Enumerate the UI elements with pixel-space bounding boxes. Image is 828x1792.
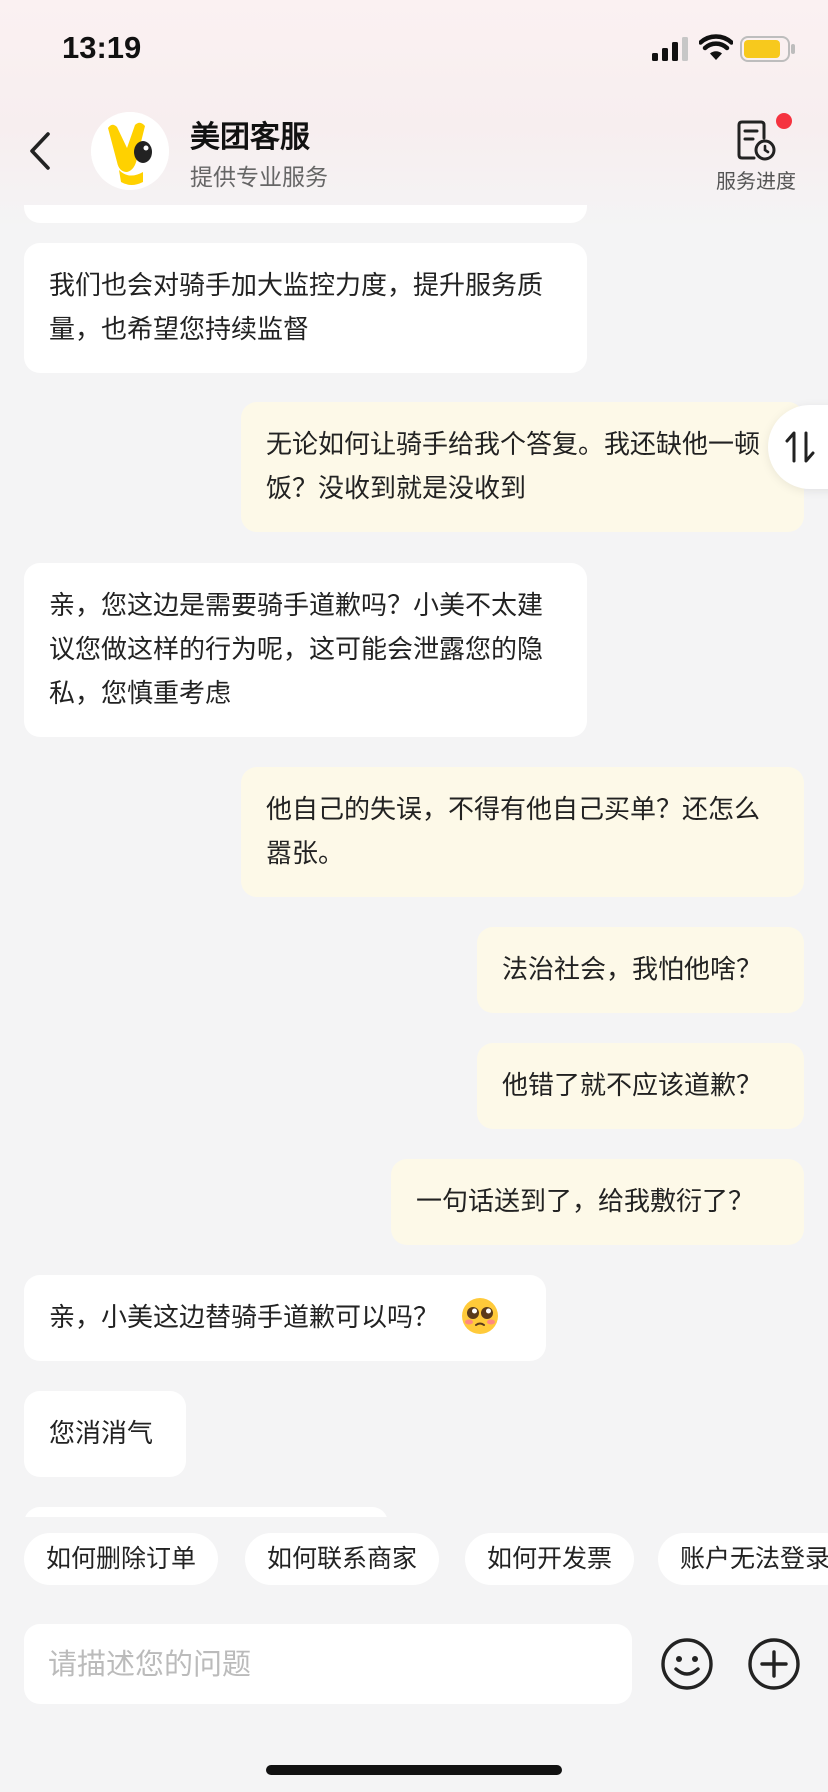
- quick-reply-chip[interactable]: 如何删除订单: [24, 1533, 219, 1585]
- notification-badge: [776, 113, 792, 129]
- chevron-left-icon[interactable]: [26, 128, 56, 174]
- quick-reply-chip[interactable]: 如何开发票: [465, 1533, 635, 1585]
- quick-reply-chip[interactable]: 如何联系商家: [245, 1533, 440, 1585]
- status-bar: 13:19: [0, 0, 828, 100]
- message-user: 他自己的失误，不得有他自己买单？还怎么嚣张。: [241, 767, 804, 897]
- message-text: 我们也会对骑手加大监控力度，提升服务质量，也希望您持续监督: [49, 271, 544, 345]
- document-clock-icon: [737, 120, 776, 161]
- signal-icon: [652, 37, 688, 61]
- chat-header: 美团客服 提供专业服务 服务进度: [0, 100, 828, 205]
- plus-circle-icon[interactable]: [747, 1637, 801, 1691]
- service-progress-button[interactable]: 服务进度: [706, 112, 806, 193]
- message-input-box[interactable]: [24, 1624, 632, 1704]
- wifi-icon: [699, 34, 733, 60]
- message-text: 他自己的失误，不得有他自己买单？还怎么嚣张。: [266, 795, 761, 869]
- message-bubble-partial-bottom: [24, 1507, 388, 1517]
- swap-arrows-icon: [785, 431, 815, 463]
- home-indicator: [266, 1765, 562, 1775]
- avatar[interactable]: [91, 112, 169, 190]
- message-input[interactable]: [24, 1624, 632, 1704]
- page-title: 美团客服: [190, 120, 310, 155]
- message-agent: 亲，您这边是需要骑手道歉吗？小美不太建议您做这样的行为呢，这可能会泄露您的隐私，…: [24, 563, 587, 737]
- message-user: 法治社会，我怕他啥？: [477, 927, 804, 1013]
- message-list[interactable]: 我们也会对骑手加大监控力度，提升服务质量，也希望您持续监督 无论如何让骑手给我个…: [0, 205, 828, 1517]
- battery-icon: [740, 36, 795, 62]
- meituan-mascot-icon: [91, 112, 169, 190]
- message-agent: 您消消气: [24, 1391, 186, 1477]
- page-subtitle: 提供专业服务: [190, 165, 328, 191]
- message-agent: 亲，小美这边替骑手道歉可以吗？: [24, 1275, 546, 1361]
- message-user: 一句话送到了，给我敷衍了？: [391, 1159, 804, 1245]
- message-agent: 我们也会对骑手加大监控力度，提升服务质量，也希望您持续监督: [24, 243, 587, 373]
- message-text: 亲，您这边是需要骑手道歉吗？小美不太建议您做这样的行为呢，这可能会泄露您的隐私，…: [49, 591, 544, 709]
- smiley-icon[interactable]: [660, 1637, 714, 1691]
- message-user: 无论如何让骑手给我个答复。我还缺他一顿饭？没收到就是没收到: [241, 402, 804, 532]
- pleading-face-icon: [462, 1297, 499, 1334]
- status-time: 13:19: [62, 30, 142, 65]
- message-text: 您消消气: [49, 1419, 154, 1449]
- message-text: 亲，小美这边替骑手道歉可以吗？: [49, 1303, 440, 1333]
- quick-reply-bar: 如何删除订单 如何联系商家 如何开发票 账户无法登录: [0, 1533, 828, 1585]
- message-text: 他错了就不应该道歉？: [502, 1071, 763, 1101]
- message-text: 一句话送到了，给我敷衍了？: [416, 1187, 755, 1217]
- quick-reply-chip[interactable]: 账户无法登录: [658, 1533, 828, 1585]
- message-bubble-partial-top: [24, 205, 587, 223]
- message-text: 无论如何让骑手给我个答复。我还缺他一顿饭？没收到就是没收到: [266, 430, 761, 504]
- message-user: 他错了就不应该道歉？: [477, 1043, 804, 1129]
- message-text: 法治社会，我怕他啥？: [502, 955, 763, 985]
- service-progress-label: 服务进度: [716, 169, 796, 193]
